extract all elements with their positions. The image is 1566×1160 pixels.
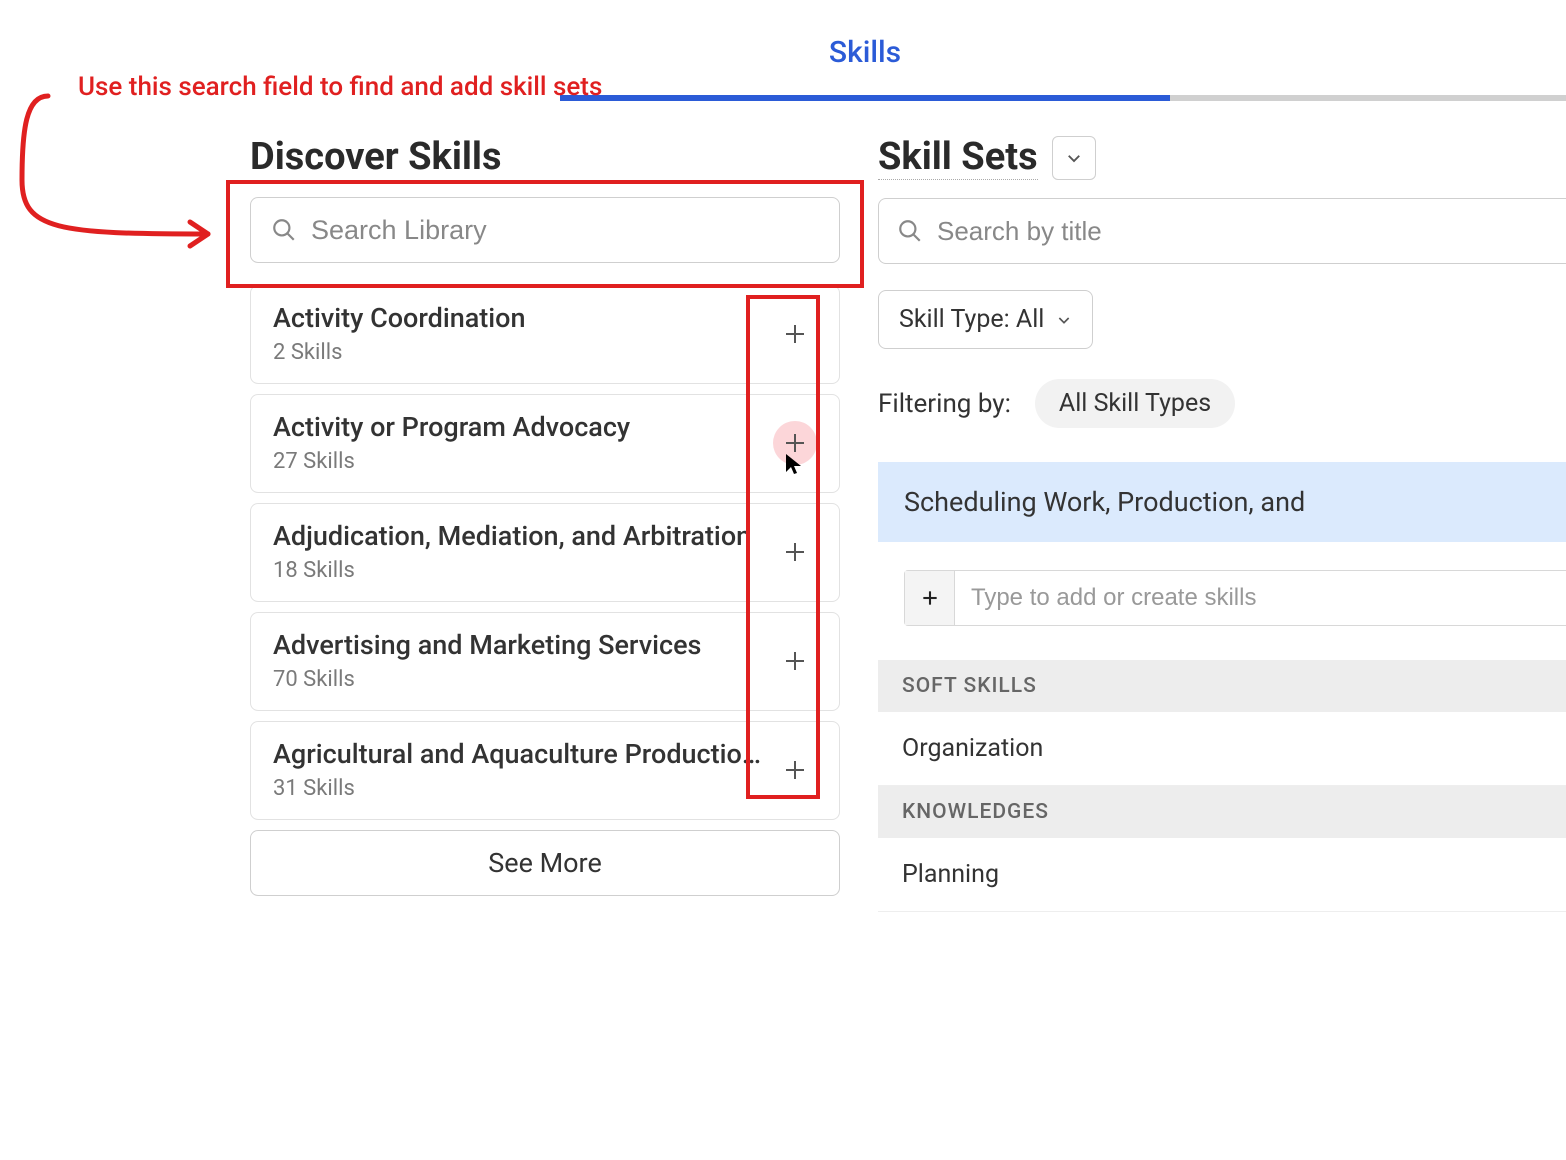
filtering-row: Filtering by: All Skill Types xyxy=(878,379,1566,428)
search-icon xyxy=(271,217,297,243)
skill-item-text: Advertising and Marketing Services 70 Sk… xyxy=(273,629,763,692)
skill-sets-expand-button[interactable] xyxy=(1052,136,1096,180)
search-icon xyxy=(897,218,923,244)
section-header-soft-skills: SOFT SKILLS xyxy=(878,660,1566,712)
skill-item-name: Agricultural and Aquaculture Productio..… xyxy=(273,738,763,770)
add-skill-button[interactable] xyxy=(773,312,817,356)
skill-entry[interactable]: Organization xyxy=(878,712,1566,786)
skill-sets-header: Skill Sets xyxy=(878,135,1566,180)
skill-item-text: Adjudication, Mediation, and Arbitration… xyxy=(273,520,763,583)
plus-icon xyxy=(783,758,807,782)
annotation-arrow xyxy=(18,90,233,250)
search-library-input[interactable] xyxy=(311,215,819,246)
skill-type-label: Skill Type: All xyxy=(899,305,1044,334)
skill-item-text: Activity or Program Advocacy 27 Skills xyxy=(273,411,763,474)
add-skill-row xyxy=(904,570,1566,626)
chevron-down-icon xyxy=(1065,149,1083,167)
see-more-button[interactable]: See More xyxy=(250,830,840,896)
selected-skill-set-banner[interactable]: Scheduling Work, Production, and xyxy=(878,462,1566,542)
tab-skills[interactable]: Skills xyxy=(560,35,1170,70)
tabs-bar: Skills xyxy=(560,35,1566,70)
skill-item[interactable]: Adjudication, Mediation, and Arbitration… xyxy=(250,503,840,602)
discover-skills-panel: Discover Skills Activity Coordination 2 … xyxy=(250,135,840,896)
skill-sets-panel: Skill Sets Skill Type: All Filtering by:… xyxy=(878,135,1566,912)
plus-icon xyxy=(783,431,807,455)
discover-skills-title: Discover Skills xyxy=(250,135,840,179)
skill-item-count: 31 Skills xyxy=(273,776,763,801)
add-skill-button[interactable] xyxy=(773,530,817,574)
annotation-callout: Use this search field to find and add sk… xyxy=(78,72,602,102)
skill-item-name: Activity Coordination xyxy=(273,302,763,334)
add-skill-button[interactable] xyxy=(773,639,817,683)
skill-item-text: Activity Coordination 2 Skills xyxy=(273,302,763,365)
section-header-knowledges: KNOWLEDGES xyxy=(878,786,1566,838)
skill-sets-title: Skill Sets xyxy=(878,135,1038,180)
skill-entry[interactable]: Planning xyxy=(878,838,1566,912)
plus-icon xyxy=(783,322,807,346)
plus-icon xyxy=(920,588,940,608)
filter-chip[interactable]: All Skill Types xyxy=(1035,379,1235,428)
plus-icon xyxy=(783,540,807,564)
add-skill-input[interactable] xyxy=(955,571,1566,625)
add-skill-button[interactable] xyxy=(773,748,817,792)
skill-item[interactable]: Activity or Program Advocacy 27 Skills xyxy=(250,394,840,493)
add-skill-plus-button[interactable] xyxy=(905,571,955,625)
skill-item[interactable]: Agricultural and Aquaculture Productio..… xyxy=(250,721,840,820)
skill-type-dropdown[interactable]: Skill Type: All xyxy=(878,290,1093,349)
discover-skill-list: Activity Coordination 2 Skills Activity … xyxy=(250,285,840,896)
tab-underline-active xyxy=(560,95,1170,101)
search-skill-sets-input[interactable] xyxy=(937,216,1548,247)
skill-item-name: Activity or Program Advocacy xyxy=(273,411,763,443)
skill-item[interactable]: Activity Coordination 2 Skills xyxy=(250,285,840,384)
skill-item-name: Advertising and Marketing Services xyxy=(273,629,763,661)
skill-item-name: Adjudication, Mediation, and Arbitration xyxy=(273,520,763,552)
skill-item-count: 2 Skills xyxy=(273,340,763,365)
search-skill-sets-box[interactable] xyxy=(878,198,1566,264)
skill-item-count: 18 Skills xyxy=(273,558,763,583)
search-library-box[interactable] xyxy=(250,197,840,263)
skill-item-text: Agricultural and Aquaculture Productio..… xyxy=(273,738,763,801)
filtering-by-label: Filtering by: xyxy=(878,389,1011,419)
add-skill-button[interactable] xyxy=(773,421,817,465)
skill-item-count: 70 Skills xyxy=(273,667,763,692)
skill-item[interactable]: Advertising and Marketing Services 70 Sk… xyxy=(250,612,840,711)
skill-item-count: 27 Skills xyxy=(273,449,763,474)
chevron-down-icon xyxy=(1056,312,1072,328)
tab-underline-inactive xyxy=(1170,95,1566,101)
plus-icon xyxy=(783,649,807,673)
